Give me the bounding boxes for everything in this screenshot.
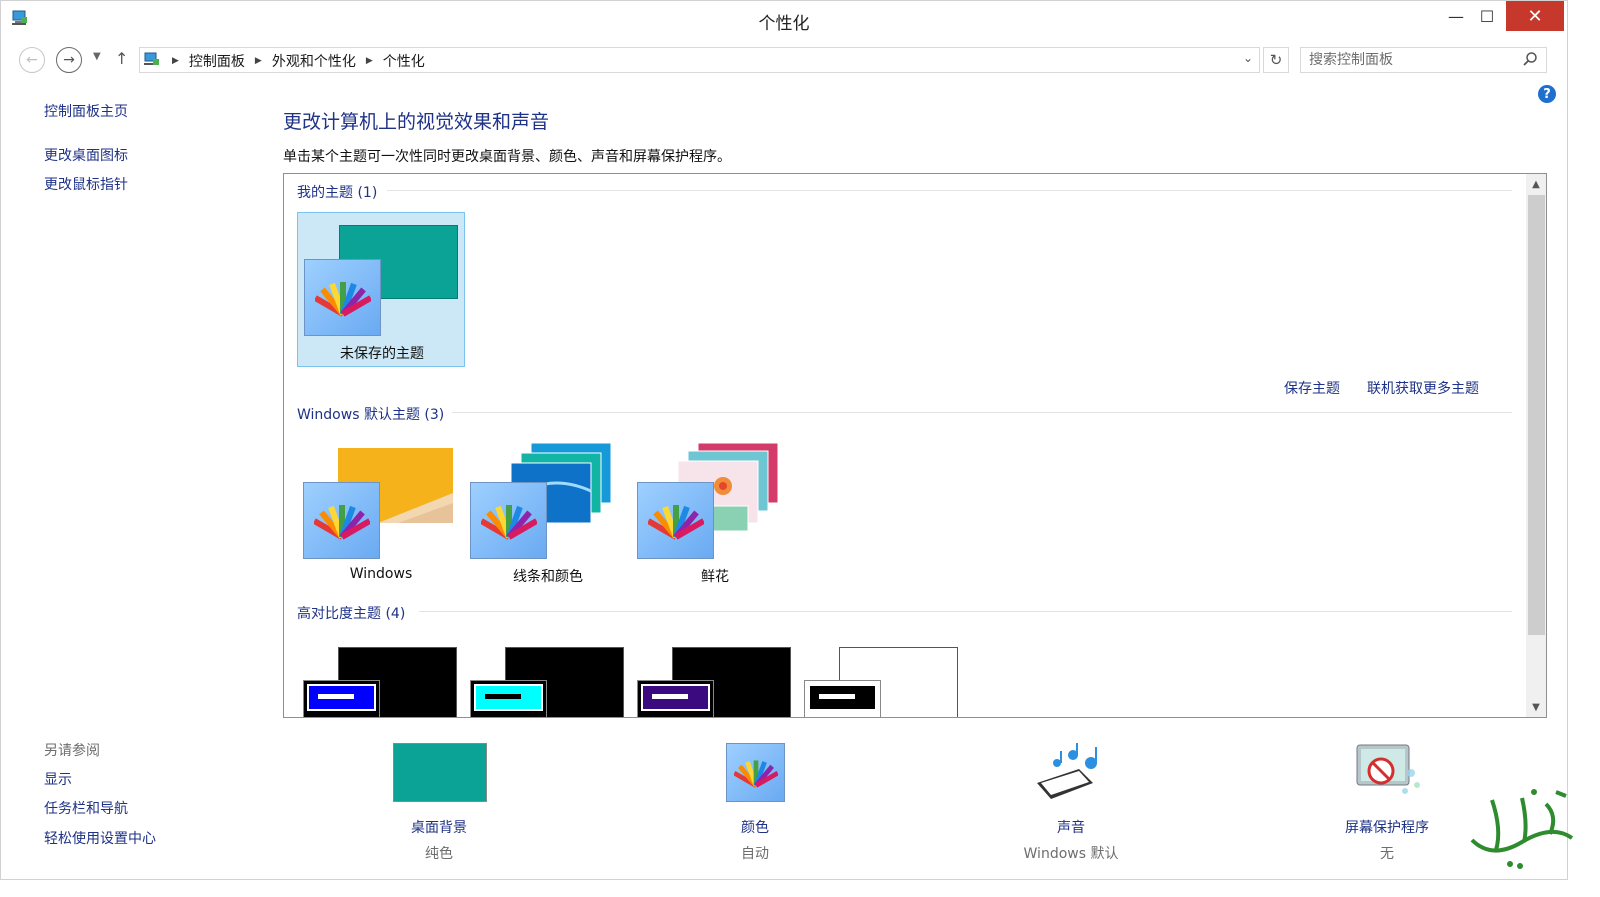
breadcrumb-appearance[interactable]: 外观和个性化 <box>272 51 356 71</box>
calligraphy-watermark <box>1470 789 1574 869</box>
hc-color-tile <box>804 680 881 717</box>
theme-list-scrollbar[interactable]: ▲ ▼ <box>1526 174 1546 717</box>
color-palette-icon[interactable] <box>726 743 785 802</box>
sound-value: Windows 默认 <box>1023 846 1119 862</box>
theme-name: Windows <box>349 566 413 582</box>
theme-high-contrast-2[interactable] <box>464 636 632 717</box>
chevron-right-icon[interactable]: ▶ <box>255 56 262 66</box>
theme-list: 我的主题 (1) 未保存的主题 保存主题 联机获取更多主题 Windows 默认… <box>283 173 1547 718</box>
arrow-up-icon: ↑ <box>115 49 129 68</box>
chevron-right-icon: ▶ <box>172 56 179 66</box>
refresh-icon: ↻ <box>1269 51 1283 69</box>
refresh-button[interactable]: ↻ <box>1263 47 1289 73</box>
theme-windows[interactable]: Windows <box>297 436 465 591</box>
change-mouse-pointer-link[interactable]: 更改鼠标指针 <box>44 174 128 194</box>
screensaver-label[interactable]: 屏幕保护程序 <box>1287 817 1487 837</box>
hc-color-tile <box>303 680 380 717</box>
taskbar-navigation-link[interactable]: 任务栏和导航 <box>44 798 128 818</box>
control-panel-icon <box>144 52 159 65</box>
chevron-down-icon[interactable]: ⌄ <box>1243 51 1253 65</box>
breadcrumb: ▶ 控制面板 ▶ 外观和个性化 ▶ 个性化 <box>162 51 425 71</box>
high-contrast-heading: 高对比度主题 (4) <box>297 606 406 622</box>
help-icon[interactable]: ? <box>1538 85 1556 103</box>
see-also-heading: 另请参阅 <box>44 743 100 759</box>
hc-color-tile <box>470 680 547 717</box>
windows-themes-heading: Windows 默认主题 (3) <box>297 407 445 423</box>
scroll-down-button[interactable]: ▼ <box>1526 697 1546 717</box>
arrow-left-icon: ← <box>26 52 38 68</box>
ease-of-access-link[interactable]: 轻松使用设置中心 <box>44 828 156 848</box>
color-fan-icon <box>647 504 704 540</box>
my-themes-heading: 我的主题 (1) <box>297 185 378 201</box>
theme-high-contrast-1[interactable] <box>297 636 465 717</box>
page-description: 单击某个主题可一次性同时更改桌面背景、颜色、声音和屏幕保护程序。 <box>283 149 731 165</box>
hc-color-tile <box>637 680 714 717</box>
desktop-background-value: 纯色 <box>425 846 453 862</box>
change-desktop-icons-link[interactable]: 更改桌面图标 <box>44 145 128 165</box>
save-theme-link[interactable]: 保存主题 <box>1284 378 1340 398</box>
color-fan-icon <box>313 504 370 540</box>
color-palette-icon <box>470 482 547 559</box>
theme-lines-colors[interactable]: 线条和颜色 <box>464 436 632 591</box>
color-palette-icon <box>303 482 380 559</box>
maximize-button[interactable]: ☐ <box>1469 1 1505 31</box>
search-box <box>1300 47 1547 73</box>
get-more-themes-link[interactable]: 联机获取更多主题 <box>1367 378 1479 398</box>
breadcrumb-personalization[interactable]: 个性化 <box>383 51 425 71</box>
color-fan-icon <box>314 281 371 317</box>
desktop-background-label[interactable]: 桌面背景 <box>339 817 539 837</box>
titlebar: 个性化 — ☐ ✕ <box>1 1 1567 37</box>
chevron-up-icon: ▲ <box>1532 178 1540 190</box>
scroll-up-button[interactable]: ▲ <box>1526 174 1546 194</box>
sound-label[interactable]: 声音 <box>971 817 1171 837</box>
window-title: 个性化 <box>758 14 810 34</box>
color-fan-icon <box>480 504 537 540</box>
color-label[interactable]: 颜色 <box>655 817 855 837</box>
chevron-right-icon[interactable]: ▶ <box>366 56 373 66</box>
section-divider <box>419 611 1512 612</box>
search-icon[interactable] <box>1522 51 1538 67</box>
back-button[interactable]: ← <box>19 47 45 73</box>
theme-high-contrast-3[interactable] <box>631 636 799 717</box>
color-palette-icon <box>637 482 714 559</box>
up-button[interactable]: ↑ <box>115 49 128 68</box>
color-fan-icon <box>733 759 778 788</box>
screensaver-icon[interactable] <box>1351 743 1423 803</box>
chevron-down-icon: ▼ <box>1532 701 1540 713</box>
search-input[interactable] <box>1309 51 1509 69</box>
section-divider <box>452 412 1512 413</box>
page-title: 更改计算机上的视觉效果和声音 <box>283 111 550 133</box>
breadcrumb-control-panel[interactable]: 控制面板 <box>189 51 245 71</box>
theme-high-contrast-white[interactable] <box>798 636 966 717</box>
forward-button[interactable]: → <box>56 47 82 73</box>
desktop-background-thumbnail[interactable] <box>393 743 487 802</box>
address-toolbar: ← → ▼ ↑ ▶ 控制面板 ▶ 外观和个性化 ▶ 个性化 ⌄ ↻ <box>1 41 1567 79</box>
theme-name: 未保存的主题 <box>340 346 424 362</box>
sound-icon[interactable] <box>1033 743 1109 803</box>
address-box[interactable]: ▶ 控制面板 ▶ 外观和个性化 ▶ 个性化 ⌄ <box>139 47 1260 73</box>
arrow-right-icon: → <box>63 52 75 68</box>
recent-locations-dropdown[interactable]: ▼ <box>93 51 101 62</box>
section-divider <box>387 190 1512 191</box>
color-value: 自动 <box>741 846 769 862</box>
theme-unsaved[interactable]: 未保存的主题 <box>297 212 465 367</box>
theme-name: 线条和颜色 <box>513 569 583 585</box>
control-panel-home-link[interactable]: 控制面板主页 <box>44 101 128 121</box>
color-palette-icon <box>304 259 381 336</box>
close-button[interactable]: ✕ <box>1506 1 1564 31</box>
screensaver-value: 无 <box>1380 846 1394 862</box>
personalization-window: 个性化 — ☐ ✕ ← → ▼ ↑ ▶ 控制面板 ▶ 外观和个性化 ▶ 个性化 … <box>0 0 1568 880</box>
scroll-thumb[interactable] <box>1528 195 1545 635</box>
theme-name: 鲜花 <box>701 569 729 585</box>
display-link[interactable]: 显示 <box>44 769 72 789</box>
theme-flowers[interactable]: 鲜花 <box>631 436 799 591</box>
